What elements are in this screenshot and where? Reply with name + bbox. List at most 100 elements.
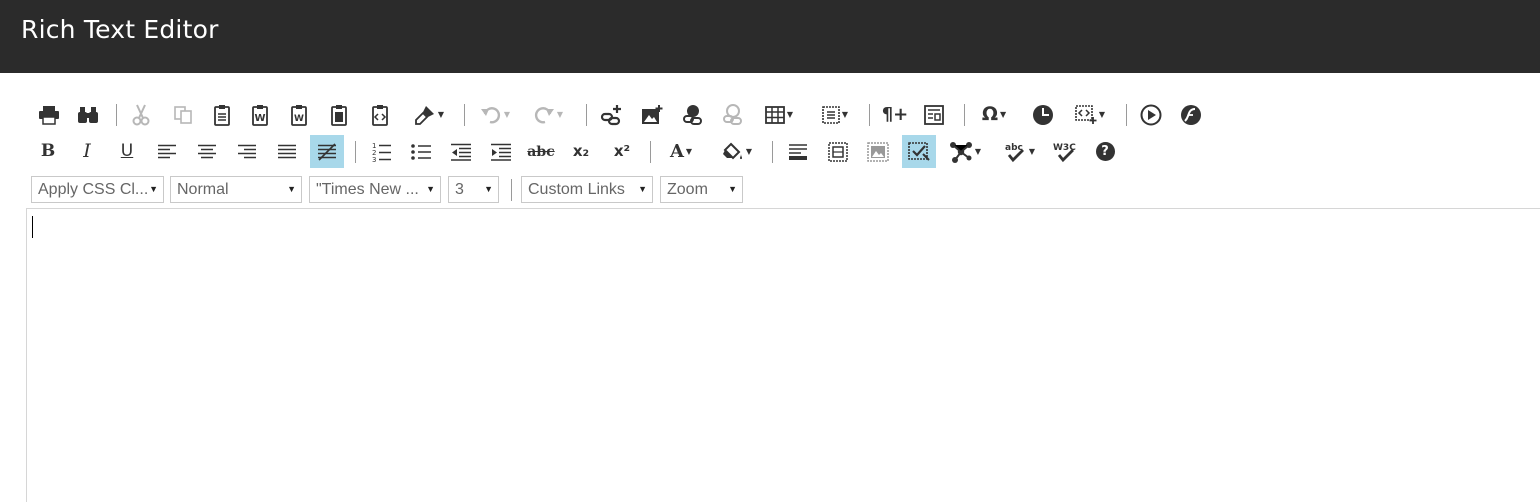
dropdown-caret-icon: ▼ xyxy=(503,109,511,119)
unordered-list-button[interactable] xyxy=(404,135,438,168)
align-right-icon xyxy=(238,144,256,158)
css-class-value: Apply CSS Cl... xyxy=(38,181,149,198)
paste-word-clean-button[interactable]: W xyxy=(282,98,316,131)
indent-icon xyxy=(491,143,511,161)
insert-symbol-button[interactable]: Ω ▼ xyxy=(972,98,1016,131)
insert-hyperlink-button[interactable] xyxy=(676,98,710,131)
insert-snippet-button[interactable]: ▼ xyxy=(1067,98,1113,131)
svg-text:W: W xyxy=(254,113,265,124)
chevron-down-icon: ▼ xyxy=(149,184,158,194)
chevron-down-icon: ▼ xyxy=(484,184,493,194)
paragraph-style-dropdown[interactable]: Normal ▼ xyxy=(170,176,302,203)
remove-link-button[interactable] xyxy=(716,98,750,131)
insert-div-button[interactable] xyxy=(821,135,855,168)
paste-html-icon xyxy=(372,104,388,126)
numbered-list-icon: 123 xyxy=(372,142,391,163)
text-cursor xyxy=(32,216,33,238)
subscript-button[interactable]: x₂ xyxy=(564,135,598,168)
underline-button[interactable]: U xyxy=(110,135,144,168)
ordered-list-button[interactable]: 123 xyxy=(364,135,398,168)
dropdown-caret-icon: ▼ xyxy=(437,109,445,119)
table-icon xyxy=(765,105,785,124)
insert-link-button[interactable] xyxy=(595,98,629,131)
globe-link-icon xyxy=(683,104,702,125)
page-title: Rich Text Editor xyxy=(21,15,219,44)
align-justify-icon xyxy=(278,144,296,158)
strikethrough-button[interactable]: abc xyxy=(524,135,558,168)
align-center-button[interactable] xyxy=(190,135,224,168)
font-size-dropdown[interactable]: 3 ▼ xyxy=(448,176,499,203)
image-icon xyxy=(867,141,889,162)
dropdown-caret-icon: ▼ xyxy=(556,109,564,119)
redo-icon xyxy=(534,106,554,123)
background-color-button[interactable]: ▼ xyxy=(714,135,760,168)
find-button[interactable] xyxy=(71,98,105,131)
align-justify-button[interactable] xyxy=(270,135,304,168)
spellcheck-button[interactable]: abc ▼ xyxy=(996,135,1042,168)
insert-table-button[interactable]: ▼ xyxy=(757,98,801,131)
italic-button[interactable]: I xyxy=(70,135,104,168)
print-icon xyxy=(39,105,59,125)
dropdown-caret-icon: ▼ xyxy=(1000,109,1007,119)
copy-button[interactable] xyxy=(166,98,200,131)
bullet-list-icon xyxy=(411,143,431,160)
paste-html-button[interactable] xyxy=(363,98,397,131)
css-class-dropdown[interactable]: Apply CSS Cl... ▼ xyxy=(31,176,164,203)
cut-button[interactable] xyxy=(124,98,158,131)
undo-icon xyxy=(480,106,500,123)
editor-content-area[interactable] xyxy=(26,208,1540,502)
font-color-icon: A xyxy=(669,140,684,162)
dropdown-caret-icon: ▼ xyxy=(786,109,794,119)
paste-plain-text-button[interactable] xyxy=(322,98,356,131)
custom-links-dropdown[interactable]: Custom Links ▼ xyxy=(521,176,653,203)
font-name-dropdown[interactable]: "Times New ... ▼ xyxy=(309,176,441,203)
w3c-check-icon: W3C xyxy=(1053,143,1076,162)
align-right-button[interactable] xyxy=(230,135,264,168)
align-left-icon xyxy=(158,144,176,158)
help-button[interactable]: ? xyxy=(1088,135,1122,168)
custom-links-value: Custom Links xyxy=(528,181,625,198)
insert-paragraph-mark-button[interactable]: ¶+ xyxy=(878,98,912,131)
toggle-guides-button[interactable] xyxy=(902,135,936,168)
snippet-icon xyxy=(1075,104,1097,124)
superscript-icon: x² xyxy=(613,142,631,160)
chevron-down-icon: ▼ xyxy=(287,184,296,194)
superscript-button[interactable]: x² xyxy=(605,135,639,168)
image-add-icon xyxy=(642,104,663,124)
insert-paragraph-button[interactable]: ▼ xyxy=(813,98,857,131)
insert-horizontal-rule-button[interactable] xyxy=(781,135,815,168)
bold-button[interactable]: B xyxy=(31,135,65,168)
print-button[interactable] xyxy=(32,98,66,131)
app-header: Rich Text Editor xyxy=(0,0,1540,73)
dropdown-caret-icon: ▼ xyxy=(841,109,849,119)
zoom-dropdown[interactable]: Zoom ▼ xyxy=(660,176,743,203)
underline-icon: U xyxy=(120,141,134,161)
xhtml-validator-button[interactable]: W3C xyxy=(1048,135,1082,168)
image-properties-button[interactable] xyxy=(861,135,895,168)
chevron-down-icon: ▼ xyxy=(426,184,435,194)
align-none-button[interactable] xyxy=(310,135,344,168)
play-circle-icon xyxy=(1140,104,1162,125)
align-left-button[interactable] xyxy=(150,135,184,168)
redo-button[interactable]: ▼ xyxy=(525,98,571,131)
font-color-button[interactable]: A ▼ xyxy=(659,135,703,168)
paste-button[interactable] xyxy=(205,98,239,131)
undo-button[interactable]: ▼ xyxy=(472,98,518,131)
insert-date-button[interactable] xyxy=(1026,98,1060,131)
insert-image-button[interactable] xyxy=(635,98,669,131)
module-manager-button[interactable]: ▼ xyxy=(942,135,988,168)
paste-text-icon xyxy=(331,104,347,126)
insert-flash-button[interactable] xyxy=(1174,98,1208,131)
svg-text:3: 3 xyxy=(372,156,376,163)
italic-icon: I xyxy=(83,140,91,162)
dropdown-caret-icon: ▼ xyxy=(1098,109,1106,119)
paste-from-word-button[interactable]: W xyxy=(243,98,277,131)
insert-media-button[interactable] xyxy=(1134,98,1168,131)
format-painter-button[interactable]: ▼ xyxy=(407,98,451,131)
indent-button[interactable] xyxy=(484,135,518,168)
dropdown-caret-icon: ▼ xyxy=(974,146,982,156)
insert-form-element-button[interactable] xyxy=(917,98,951,131)
align-none-icon xyxy=(318,142,336,161)
outdent-button[interactable] xyxy=(444,135,478,168)
link-add-icon xyxy=(600,104,621,125)
